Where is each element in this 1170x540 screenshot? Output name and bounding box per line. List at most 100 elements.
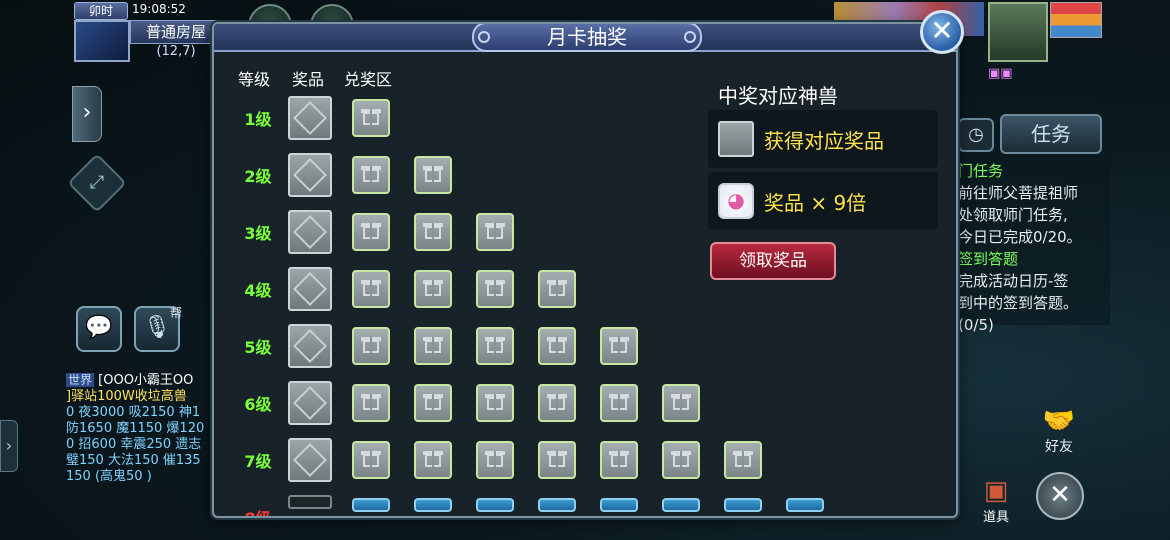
prize-slot[interactable] [288, 267, 332, 311]
gift-box-icon[interactable] [476, 327, 514, 365]
task-line: 今日已完成0/20。 [958, 228, 1082, 246]
prize-slot[interactable] [288, 381, 332, 425]
gift-box-icon[interactable] [414, 156, 452, 194]
gift-box-icon[interactable] [662, 441, 700, 479]
close-menu-button[interactable]: ✕ [1036, 472, 1084, 520]
gift-part [432, 166, 434, 182]
column-prize: 奖品 [292, 70, 325, 89]
task-list[interactable]: 门任务 前往师父菩提祖师 处领取师门任务, 今日已完成0/20。 签到答题 完成… [958, 160, 1108, 336]
gift-part [618, 451, 620, 467]
gift-box-icon[interactable] [538, 270, 576, 308]
ornament-icon [684, 31, 696, 43]
chat-button[interactable]: 💬 [76, 306, 122, 352]
prize-slot[interactable] [288, 438, 332, 482]
gift-box-icon[interactable] [600, 327, 638, 365]
level-label: 5级 [244, 338, 272, 357]
gift-box-icon[interactable] [662, 498, 700, 512]
prize-slot[interactable] [288, 96, 332, 140]
claim-prize-button[interactable]: 领取奖品 [710, 242, 836, 280]
gift-box-icon[interactable] [352, 99, 390, 137]
gift-part [618, 394, 620, 410]
gift-box-icon[interactable] [352, 156, 390, 194]
gift-part [370, 451, 372, 467]
gift-box-icon[interactable] [352, 213, 390, 251]
gift-box-icon[interactable] [414, 270, 452, 308]
diamond-icon [293, 158, 327, 192]
status-bars [1050, 2, 1102, 38]
friends-button[interactable]: 🤝 好友 [1036, 406, 1082, 456]
prize-slot[interactable] [288, 324, 332, 368]
gift-part [432, 280, 434, 296]
gift-box-icon[interactable] [600, 498, 638, 512]
location-hud[interactable]: 卯时 19:08:52 普通房屋 (12,7) [72, 2, 222, 64]
gift-box-icon[interactable] [724, 441, 762, 479]
monthly-card-lottery-dialog: 月卡抽奖 等级 奖品 兑奖区 1级 2级 3级 4级 5级 6级 7级 8级 中奖对应神兽 获… [212, 22, 958, 518]
gift-box-icon[interactable] [352, 327, 390, 365]
gift-box-icon[interactable] [538, 498, 576, 512]
guild-voice-tag: 帮 [170, 306, 183, 320]
gift-box-icon[interactable] [786, 498, 824, 512]
task-title: 签到答题 [958, 250, 1019, 268]
treasure-chest-icon: ▣ [983, 476, 1009, 506]
gift-part [556, 451, 558, 467]
close-dialog-button[interactable]: ✕ [920, 10, 964, 54]
chat-expand-button[interactable]: › [0, 420, 18, 472]
task-title: 门任务 [958, 162, 1004, 180]
gift-box-icon[interactable] [352, 270, 390, 308]
level-label: 3级 [244, 224, 272, 243]
gift-box-icon[interactable] [352, 498, 390, 512]
gift-part [370, 337, 372, 353]
diamond-icon [293, 101, 327, 135]
gift-part [494, 337, 496, 353]
timer-icon[interactable]: ◷ [958, 118, 994, 152]
gift-part [742, 451, 744, 467]
gift-box-icon[interactable] [476, 441, 514, 479]
gift-part [618, 337, 620, 353]
gift-box-icon[interactable] [414, 384, 452, 422]
gift-box-icon[interactable] [538, 327, 576, 365]
gift-part [680, 394, 682, 410]
info-card-text: 获得对应奖品 [764, 129, 884, 153]
gift-part [556, 280, 558, 296]
gift-box-icon[interactable] [476, 384, 514, 422]
prize-slot[interactable] [288, 495, 332, 509]
world-channel-tag: 世界 [66, 373, 95, 387]
task-button[interactable]: 任务 [1000, 114, 1102, 154]
level-label: 4级 [244, 281, 272, 300]
gift-part [432, 451, 434, 467]
chat-line: 防1650 魔1150 爆120 [66, 421, 205, 436]
info-card-text: 奖品 × 9倍 [764, 191, 867, 215]
gift-box-icon[interactable] [724, 498, 762, 512]
diamond-icon [293, 386, 327, 420]
expand-arrows-icon: ⤢ [89, 172, 105, 193]
prize-slot[interactable] [288, 153, 332, 197]
expand-tab-button[interactable]: › [72, 86, 102, 142]
gift-box-icon[interactable] [662, 384, 700, 422]
prize-slot[interactable] [288, 210, 332, 254]
gift-part [370, 280, 372, 296]
task-line: 处领取师门任务, [958, 206, 1068, 224]
gift-box-icon[interactable] [538, 441, 576, 479]
gift-box-icon[interactable] [600, 384, 638, 422]
gift-box-icon[interactable] [600, 441, 638, 479]
buff-icons[interactable]: ▣▣ [988, 66, 1013, 81]
gift-box-icon[interactable] [538, 384, 576, 422]
gift-box-icon[interactable] [352, 441, 390, 479]
chat-line: 150 (高鬼50 ) [66, 469, 152, 484]
player-avatar[interactable] [988, 2, 1048, 62]
gift-part [370, 394, 372, 410]
diamond-icon [293, 329, 327, 363]
gift-box-icon[interactable] [352, 384, 390, 422]
gift-box-icon[interactable] [414, 498, 452, 512]
gift-box-icon[interactable] [476, 213, 514, 251]
gift-box-icon[interactable] [476, 498, 514, 512]
inventory-button[interactable]: ▣ 道具 [974, 476, 1018, 525]
gift-box-icon[interactable] [414, 213, 452, 251]
level-label: 7级 [244, 452, 272, 471]
gift-box-icon[interactable] [476, 270, 514, 308]
gift-box-icon[interactable] [414, 441, 452, 479]
gift-box-icon[interactable] [414, 327, 452, 365]
map-thumbnail[interactable] [74, 20, 130, 62]
chat-log[interactable]: 世界 [OOO小霸王OO ]驿站100W收垃高兽 0 夜3000 吸2150 神… [66, 372, 216, 485]
gift-part [370, 166, 372, 182]
